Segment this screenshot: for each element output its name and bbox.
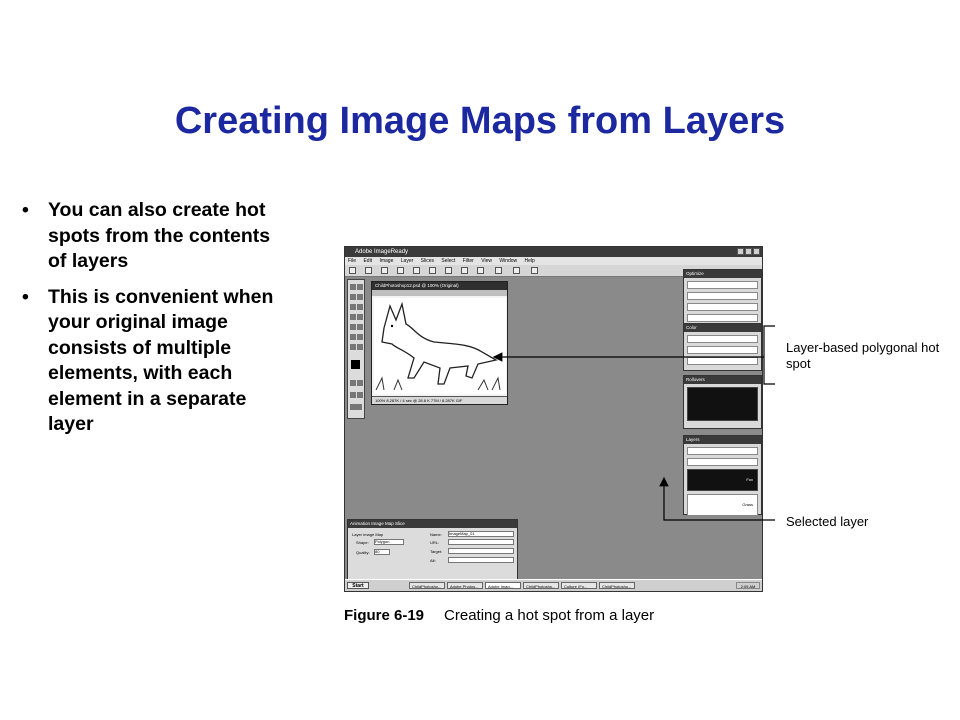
callout-selected-layer: Selected layer — [786, 514, 869, 529]
figure-number: Figure 6-19 — [344, 607, 425, 624]
figure-caption-text: Creating a hot spot from a layer — [444, 607, 655, 624]
callout-hotspot: Layer-based polygonal hot spot — [786, 340, 940, 371]
figure-caption: Figure 6-19 Creating a hot spot from a la… — [344, 607, 654, 624]
